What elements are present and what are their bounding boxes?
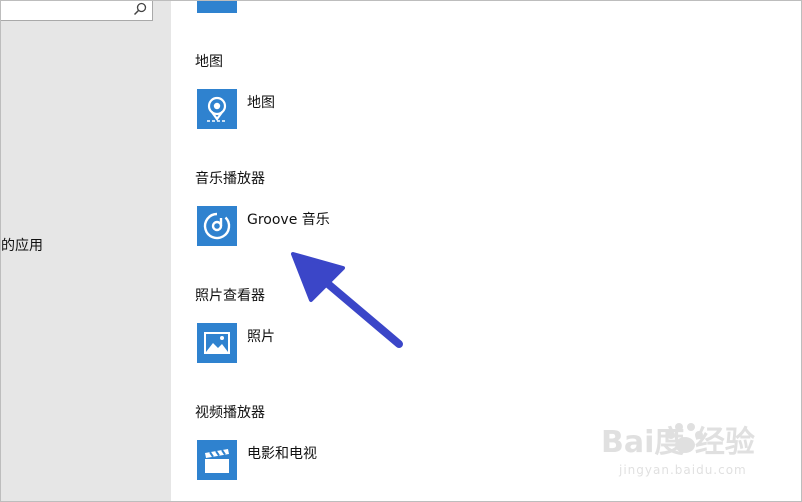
- search-input[interactable]: [1, 1, 153, 21]
- app-label-photos[interactable]: 照片: [247, 326, 275, 346]
- baidu-watermark: Bai度 经验 jingyan.baidu.com: [601, 417, 761, 487]
- groove-music-icon: [203, 212, 231, 240]
- app-label-groove[interactable]: Groove 音乐: [247, 209, 330, 229]
- app-label-maps[interactable]: 地图: [247, 92, 275, 112]
- app-label-movies[interactable]: 电影和电视: [247, 443, 317, 463]
- settings-sidebar: 默认的应用: [1, 1, 171, 501]
- search-icon[interactable]: [132, 1, 148, 17]
- watermark-url: jingyan.baidu.com: [619, 463, 747, 477]
- category-title-maps: 地图: [195, 54, 223, 70]
- app-tile-movies[interactable]: [197, 440, 237, 480]
- category-title-video: 视频播放器: [195, 405, 265, 421]
- movies-tv-icon: [205, 449, 229, 473]
- sidebar-item-default-apps[interactable]: 默认的应用: [1, 235, 61, 255]
- category-title-photos: 照片查看器: [195, 288, 265, 304]
- sidebar-item-label: 默认的应用: [1, 238, 43, 254]
- settings-window: 默认的应用 地图 地图 音乐播放器 Groove 音乐 照片查看器: [0, 0, 802, 502]
- app-tile-maps[interactable]: [197, 89, 237, 129]
- category-title-music: 音乐播放器: [195, 171, 265, 187]
- app-tile-partial[interactable]: [197, 1, 237, 13]
- photos-icon: [204, 332, 230, 354]
- app-tile-groove[interactable]: [197, 206, 237, 246]
- watermark-brand: Bai度 经验: [601, 425, 755, 460]
- app-tile-photos[interactable]: [197, 323, 237, 363]
- map-pin-icon: [207, 96, 227, 122]
